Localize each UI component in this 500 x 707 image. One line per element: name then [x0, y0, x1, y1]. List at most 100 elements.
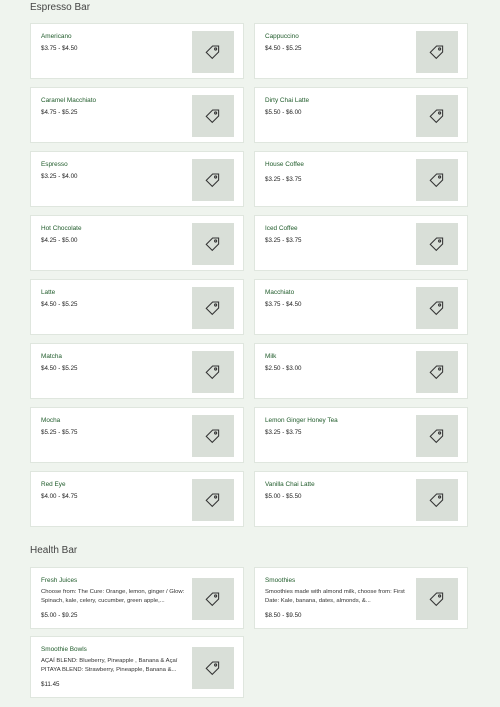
tag-icon — [205, 429, 220, 444]
item-name: Iced Coffee — [265, 225, 298, 232]
tag-icon — [429, 301, 444, 316]
menu-item-card[interactable]: Smoothie Bowls AÇAÍ BLEND: Blueberry, Pi… — [30, 636, 244, 698]
item-name: Macchiato — [265, 289, 295, 296]
item-thumbnail — [416, 351, 458, 393]
item-price: $4.50 - $5.25 — [265, 45, 302, 52]
item-name: Cappuccino — [265, 33, 299, 40]
item-price: $8.50 - $9.50 — [265, 612, 302, 619]
item-price: $3.25 - $3.75 — [265, 237, 302, 244]
menu-item-card[interactable]: House Coffee $3.25 - $3.75 — [254, 151, 468, 207]
menu-item-card[interactable]: Lemon Ginger Honey Tea $3.25 - $3.75 — [254, 407, 468, 463]
tag-icon — [429, 237, 444, 252]
item-thumbnail — [416, 415, 458, 457]
menu-item-card[interactable]: Fresh Juices Choose from: The Cure: Oran… — [30, 567, 244, 629]
item-price: $3.25 - $3.75 — [265, 176, 302, 183]
item-name: Fresh Juices — [41, 577, 78, 584]
menu-item-card[interactable]: Caramel Macchiato $4.75 - $5.25 — [30, 87, 244, 143]
item-name: Vanilla Chai Latte — [265, 481, 315, 488]
item-thumbnail — [416, 95, 458, 137]
tag-icon — [205, 45, 220, 60]
menu-item-card[interactable]: Hot Chocolate $4.25 - $5.00 — [30, 215, 244, 271]
tag-icon — [429, 45, 444, 60]
item-thumbnail — [192, 647, 234, 689]
item-thumbnail — [192, 159, 234, 201]
menu-item-card[interactable]: Milk $2.50 - $3.00 — [254, 343, 468, 399]
item-price: $4.00 - $4.75 — [41, 493, 78, 500]
tag-icon — [429, 592, 444, 607]
menu-item-card[interactable]: Latte $4.50 - $5.25 — [30, 279, 244, 335]
menu-item-card[interactable]: Americano $3.75 - $4.50 — [30, 23, 244, 79]
item-description: Smoothies made with almond milk, choose … — [265, 589, 405, 604]
item-price: $3.75 - $4.50 — [41, 45, 78, 52]
item-name: Mocha — [41, 417, 61, 424]
item-price: $3.25 - $3.75 — [265, 429, 302, 436]
tag-icon — [205, 365, 220, 380]
item-thumbnail — [192, 223, 234, 265]
menu-item-card[interactable]: Mocha $5.25 - $5.75 — [30, 407, 244, 463]
item-thumbnail — [416, 31, 458, 73]
menu-item-card[interactable]: Cappuccino $4.50 - $5.25 — [254, 23, 468, 79]
item-name: Lemon Ginger Honey Tea — [265, 417, 338, 424]
item-description: Choose from: The Cure: Orange, lemon, gi… — [41, 589, 185, 604]
menu-item-card[interactable]: Espresso $3.25 - $4.00 — [30, 151, 244, 207]
tag-icon — [429, 493, 444, 508]
item-thumbnail — [416, 578, 458, 620]
item-thumbnail — [416, 159, 458, 201]
item-name: Smoothies — [265, 577, 296, 584]
item-price: $4.25 - $5.00 — [41, 237, 78, 244]
item-thumbnail — [192, 415, 234, 457]
item-thumbnail — [192, 31, 234, 73]
item-price: $4.75 - $5.25 — [41, 109, 78, 116]
item-name: Caramel Macchiato — [41, 97, 97, 104]
menu-item-card[interactable]: Smoothies Smoothies made with almond mil… — [254, 567, 468, 629]
item-price: $5.00 - $5.50 — [265, 493, 302, 500]
item-name: Hot Chocolate — [41, 225, 82, 232]
item-name: Dirty Chai Latte — [265, 97, 310, 104]
tag-icon — [205, 109, 220, 124]
menu-item-card[interactable]: Red Eye $4.00 - $4.75 — [30, 471, 244, 527]
item-price: $3.25 - $4.00 — [41, 173, 78, 180]
item-thumbnail — [192, 578, 234, 620]
item-name: Smoothie Bowls — [41, 646, 87, 653]
item-price: $3.75 - $4.50 — [265, 301, 302, 308]
tag-icon — [205, 237, 220, 252]
tag-icon — [205, 173, 220, 188]
item-thumbnail — [416, 287, 458, 329]
item-description: AÇAÍ BLEND: Blueberry, Pineapple , Banan… — [41, 658, 178, 673]
item-name: Latte — [41, 289, 56, 296]
item-thumbnail — [416, 479, 458, 521]
item-thumbnail — [416, 223, 458, 265]
tag-icon — [205, 661, 220, 676]
tag-icon — [429, 109, 444, 124]
tag-icon — [205, 493, 220, 508]
item-price: $5.25 - $5.75 — [41, 429, 78, 436]
item-name: Milk — [265, 353, 277, 360]
section-title-espresso-bar: Espresso Bar — [30, 2, 91, 13]
menu-item-card[interactable]: Matcha $4.50 - $5.25 — [30, 343, 244, 399]
section-title-health-bar: Health Bar — [30, 545, 78, 556]
item-price: $2.50 - $3.00 — [265, 365, 302, 372]
menu-item-card[interactable]: Vanilla Chai Latte $5.00 - $5.50 — [254, 471, 468, 527]
item-thumbnail — [192, 95, 234, 137]
item-name: Espresso — [41, 161, 68, 168]
menu-item-card[interactable]: Iced Coffee $3.25 - $3.75 — [254, 215, 468, 271]
tag-icon — [429, 173, 444, 188]
menu-page: Espresso Bar Americano $3.75 - $4.50 Cap… — [0, 0, 500, 707]
item-price: $11.45 — [41, 681, 60, 688]
item-price: $5.50 - $6.00 — [265, 109, 302, 116]
item-name: Americano — [41, 33, 72, 40]
menu-item-card[interactable]: Dirty Chai Latte $5.50 - $6.00 — [254, 87, 468, 143]
tag-icon — [205, 592, 220, 607]
item-price: $4.50 - $5.25 — [41, 301, 78, 308]
item-thumbnail — [192, 287, 234, 329]
tag-icon — [429, 365, 444, 380]
item-name: Red Eye — [41, 481, 66, 488]
item-name: Matcha — [41, 353, 62, 360]
menu-item-card[interactable]: Macchiato $3.75 - $4.50 — [254, 279, 468, 335]
item-thumbnail — [192, 479, 234, 521]
tag-icon — [429, 429, 444, 444]
item-name: House Coffee — [265, 161, 304, 168]
item-price: $5.00 - $9.25 — [41, 612, 78, 619]
tag-icon — [205, 301, 220, 316]
item-thumbnail — [192, 351, 234, 393]
